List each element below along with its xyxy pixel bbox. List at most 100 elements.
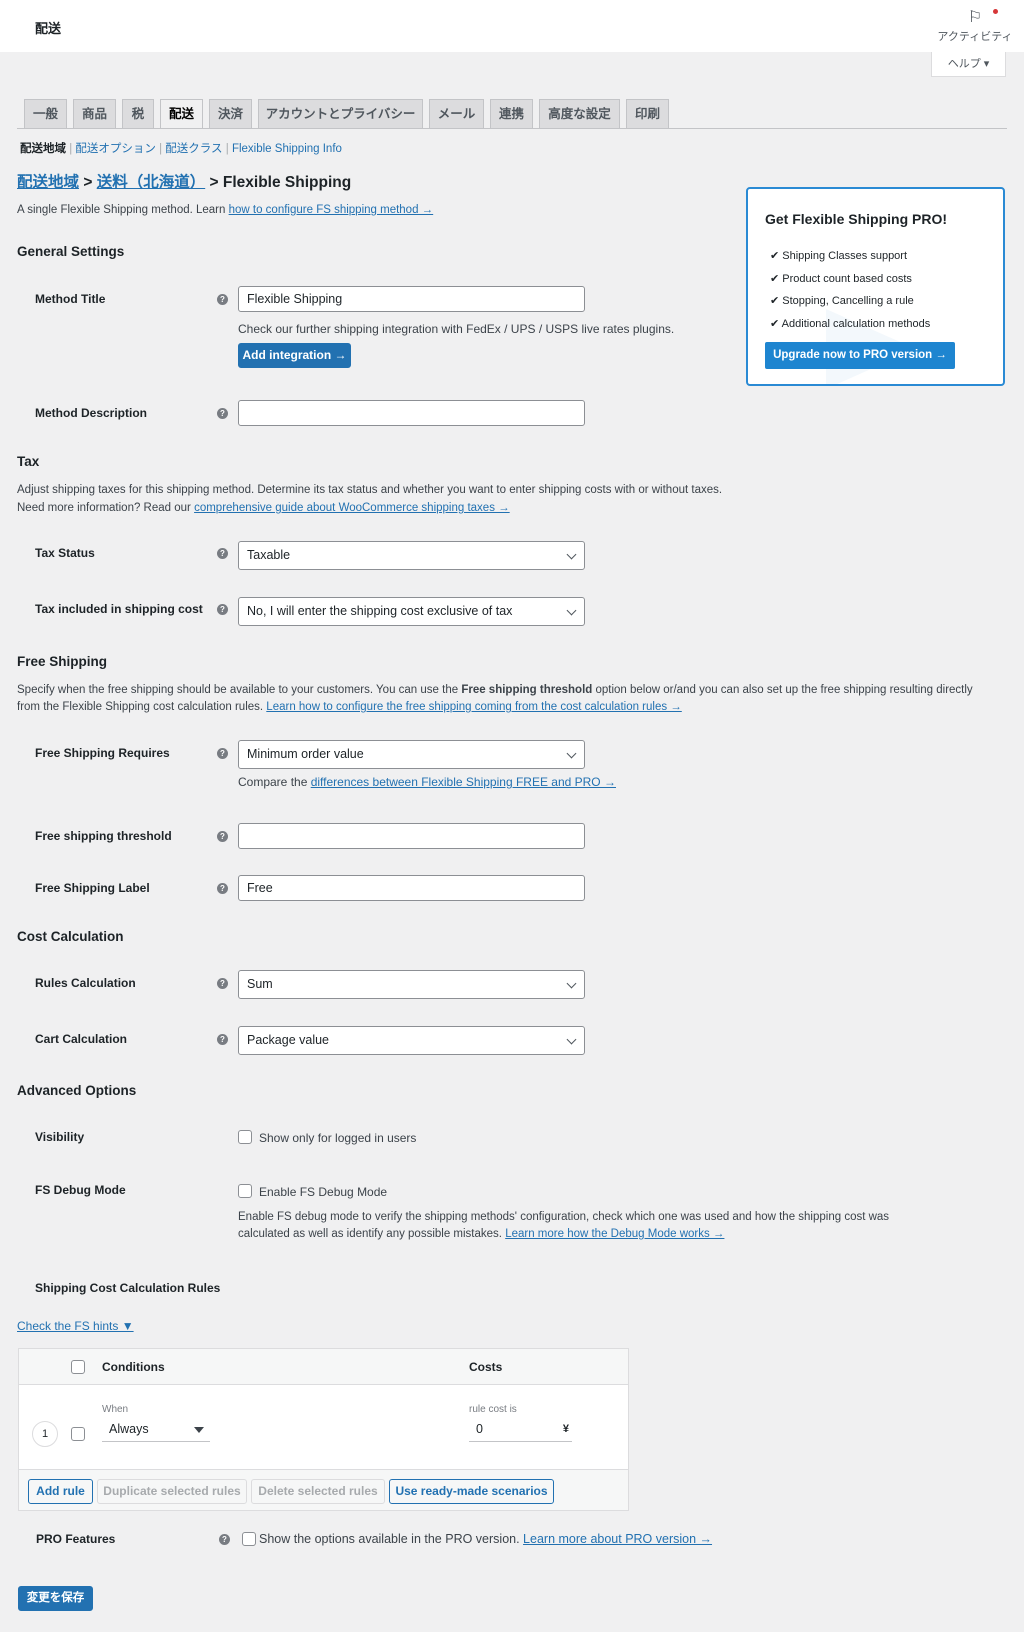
subnav-shipping-options[interactable]: 配送オプション [75, 143, 156, 155]
free-requires-label: Free Shipping Requires [35, 746, 170, 760]
free-text: Specify when the free shipping should be… [17, 684, 462, 696]
integration-note: Check our further shipping integration w… [238, 322, 675, 336]
debug-mode-checkbox[interactable] [238, 1184, 252, 1198]
cost-input[interactable]: 0 ¥ [469, 1418, 572, 1442]
rules-heading: Shipping Cost Calculation Rules [35, 1281, 221, 1295]
cart-calculation-select[interactable]: Package value [238, 1026, 585, 1055]
add-integration-button[interactable]: Add integration → [238, 343, 351, 368]
pro-features-checkbox[interactable] [242, 1532, 256, 1546]
breadcrumb-zones-link[interactable]: 配送地域 [17, 174, 79, 191]
when-select[interactable]: Always [102, 1418, 210, 1442]
free-label-input[interactable]: Free [238, 875, 585, 901]
compare-link[interactable]: differences between Flexible Shipping FR… [311, 775, 616, 789]
breadcrumb-separator: > [79, 174, 97, 191]
promo-feature-text: Shipping Classes support [782, 250, 908, 262]
promo-feature-text: Additional calculation methods [781, 317, 931, 330]
tab-print[interactable]: 印刷 [626, 99, 669, 128]
breadcrumb-separator: > [205, 174, 223, 191]
free-label-label: Free Shipping Label [35, 881, 150, 895]
subnav-fs-info[interactable]: Flexible Shipping Info [232, 143, 342, 155]
method-title-input[interactable]: Flexible Shipping [238, 286, 585, 312]
free-text-bold: Free shipping threshold [461, 684, 593, 696]
tax-included-select[interactable]: No, I will enter the shipping cost exclu… [238, 597, 585, 626]
rule-checkbox[interactable] [71, 1427, 85, 1441]
pro-option-label: Show the options available in the PRO ve… [259, 1532, 524, 1546]
tab-email[interactable]: メール [429, 99, 484, 128]
tab-advanced[interactable]: 高度な設定 [539, 99, 620, 128]
tab-accounts-privacy[interactable]: アカウントとプライバシー [258, 99, 423, 128]
rules-calculation-select[interactable]: Sum [238, 970, 585, 999]
help-icon[interactable]: ? [217, 548, 228, 559]
pro-features-text: Show the options available in the PRO ve… [259, 1532, 712, 1546]
conditions-column-header: Conditions [102, 1360, 165, 1374]
add-rule-button[interactable]: Add rule [28, 1479, 93, 1504]
activity-button[interactable]: ⚐ アクティビティ [935, 7, 1015, 44]
ready-made-scenarios-button[interactable]: Use ready-made scenarios [389, 1479, 554, 1504]
promo-feature-text: Stopping, Cancelling a rule [782, 295, 914, 307]
cost-label: rule cost is [469, 1404, 517, 1415]
when-value: Always [109, 1422, 149, 1436]
free-shipping-guide-link[interactable]: Learn how to configure the free shipping… [266, 701, 682, 713]
configure-link[interactable]: how to configure FS shipping method → [229, 204, 434, 216]
free-requires-select[interactable]: Minimum order value [238, 740, 585, 769]
fs-hints-link[interactable]: Check the FS hints ▼ [17, 1319, 134, 1333]
tab-tax[interactable]: 税 [122, 99, 154, 128]
page-title: 配送 [35, 21, 62, 36]
tax-heading: Tax [17, 454, 40, 469]
pro-promo-box: Get Flexible Shipping PRO! ✔ Shipping Cl… [746, 187, 1005, 386]
promo-feature: ✔ Product count based costs [770, 268, 930, 291]
help-icon[interactable]: ? [219, 1534, 230, 1545]
promo-feature-text: Product count based costs [782, 272, 912, 285]
promo-feature: ✔ Shipping Classes support [770, 245, 930, 268]
help-tab[interactable]: ヘルプ ▾ [931, 52, 1006, 77]
visibility-option-label: Show only for logged in users [259, 1131, 417, 1145]
rule-row: 1 When Always rule cost is 0 ¥ [19, 1385, 628, 1469]
free-threshold-input[interactable] [238, 823, 585, 849]
subnav-current: 配送地域 [20, 143, 66, 155]
upgrade-pro-button[interactable]: Upgrade now to PRO version → [765, 342, 955, 369]
help-icon[interactable]: ? [217, 294, 228, 305]
dropdown-arrow-icon [194, 1427, 204, 1433]
tab-payments[interactable]: 決済 [209, 99, 252, 128]
rule-number: 1 [32, 1421, 58, 1447]
visibility-checkbox[interactable] [238, 1130, 252, 1144]
when-label: When [102, 1404, 129, 1415]
promo-features-list: ✔ Shipping Classes support ✔ Product cou… [770, 245, 930, 335]
tab-shipping[interactable]: 配送 [160, 99, 203, 129]
tax-guide-link[interactable]: comprehensive guide about WooCommerce sh… [194, 502, 510, 514]
help-icon[interactable]: ? [217, 408, 228, 419]
help-icon[interactable]: ? [217, 883, 228, 894]
tab-products[interactable]: 商品 [73, 99, 116, 128]
duplicate-rules-button[interactable]: Duplicate selected rules [97, 1479, 247, 1504]
breadcrumb-zone-link[interactable]: 送料（北海道） [97, 174, 206, 191]
tax-status-select[interactable]: Taxable [238, 541, 585, 570]
select-all-checkbox[interactable] [71, 1360, 85, 1374]
subnav-shipping-classes[interactable]: 配送クラス [165, 143, 222, 155]
tax-info-label: Need more information? Read our [17, 502, 195, 514]
help-icon[interactable]: ? [217, 748, 228, 759]
debug-link[interactable]: Learn more how the Debug Mode works → [505, 1228, 724, 1240]
free-threshold-label: Free shipping threshold [35, 829, 172, 843]
free-text: from the Flexible Shipping cost calculat… [17, 701, 267, 713]
free-shipping-description-2: from the Flexible Shipping cost calculat… [17, 701, 682, 713]
debug-description: Enable FS debug mode to verify the shipp… [238, 1211, 890, 1223]
tax-description: Adjust shipping taxes for this shipping … [17, 484, 723, 496]
flag-icon: ⚐ [967, 9, 983, 26]
pro-learn-more-link[interactable]: Learn more about PRO version → [523, 1532, 712, 1546]
pro-features-label: PRO Features [36, 1532, 116, 1546]
intro-label: A single Flexible Shipping method. Learn [17, 204, 229, 216]
tax-status-label: Tax Status [35, 546, 95, 560]
method-description-label: Method Description [35, 406, 148, 420]
tab-general[interactable]: 一般 [24, 99, 67, 128]
costs-column-header: Costs [469, 1360, 503, 1374]
help-icon[interactable]: ? [217, 604, 228, 615]
compare-label: Compare the [238, 775, 311, 789]
delete-rules-button[interactable]: Delete selected rules [251, 1479, 385, 1504]
help-icon[interactable]: ? [217, 1034, 228, 1045]
help-icon[interactable]: ? [217, 831, 228, 842]
notification-dot [993, 9, 998, 14]
help-icon[interactable]: ? [217, 978, 228, 989]
method-description-input[interactable] [238, 400, 585, 426]
tab-integration[interactable]: 連携 [490, 99, 533, 128]
save-changes-button[interactable]: 変更を保存 [18, 1586, 93, 1611]
